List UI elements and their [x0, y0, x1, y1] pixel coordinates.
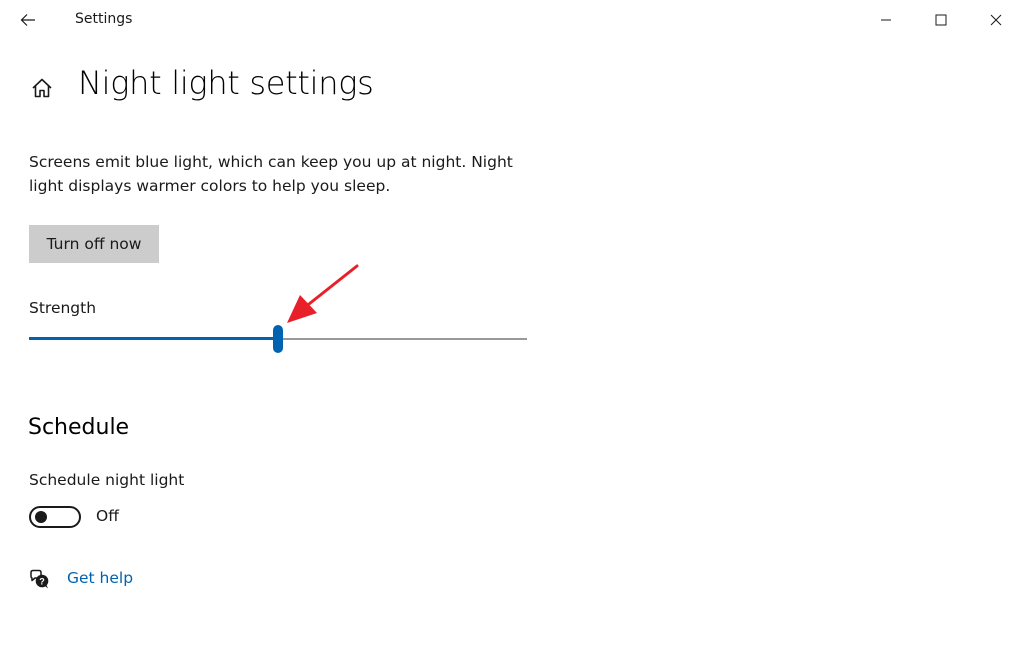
title-bar: Settings	[0, 0, 1024, 40]
maximize-icon	[935, 14, 947, 26]
toggle-state-label: Off	[96, 507, 119, 525]
turn-off-now-button[interactable]: Turn off now	[29, 225, 159, 263]
close-icon	[990, 14, 1002, 26]
close-button[interactable]	[973, 0, 1019, 40]
minimize-button[interactable]	[863, 0, 909, 40]
home-icon	[32, 78, 52, 98]
settings-window: Settings Night light settings Screens em…	[0, 0, 1024, 669]
schedule-heading: Schedule	[28, 415, 130, 440]
slider-fill	[29, 337, 278, 340]
page-title: Night light settings	[78, 64, 374, 102]
minimize-icon	[881, 19, 891, 21]
home-button[interactable]	[28, 74, 56, 102]
night-light-description: Screens emit blue light, which can keep …	[29, 153, 513, 195]
back-button[interactable]	[14, 6, 42, 34]
schedule-toggle[interactable]	[29, 506, 81, 528]
strength-label: Strength	[29, 299, 97, 317]
back-arrow-icon	[20, 14, 35, 26]
help-chat-icon: ?	[28, 568, 50, 590]
red-arrow-annotation	[287, 264, 359, 323]
maximize-button[interactable]	[918, 0, 964, 40]
get-help-link[interactable]: Get help	[67, 569, 133, 587]
toggle-knob	[35, 511, 47, 523]
window-title: Settings	[75, 11, 133, 27]
slider-thumb[interactable]	[273, 325, 283, 353]
svg-text:?: ?	[39, 576, 45, 586]
strength-slider[interactable]	[29, 322, 527, 356]
schedule-night-light-label: Schedule night light	[29, 471, 185, 489]
